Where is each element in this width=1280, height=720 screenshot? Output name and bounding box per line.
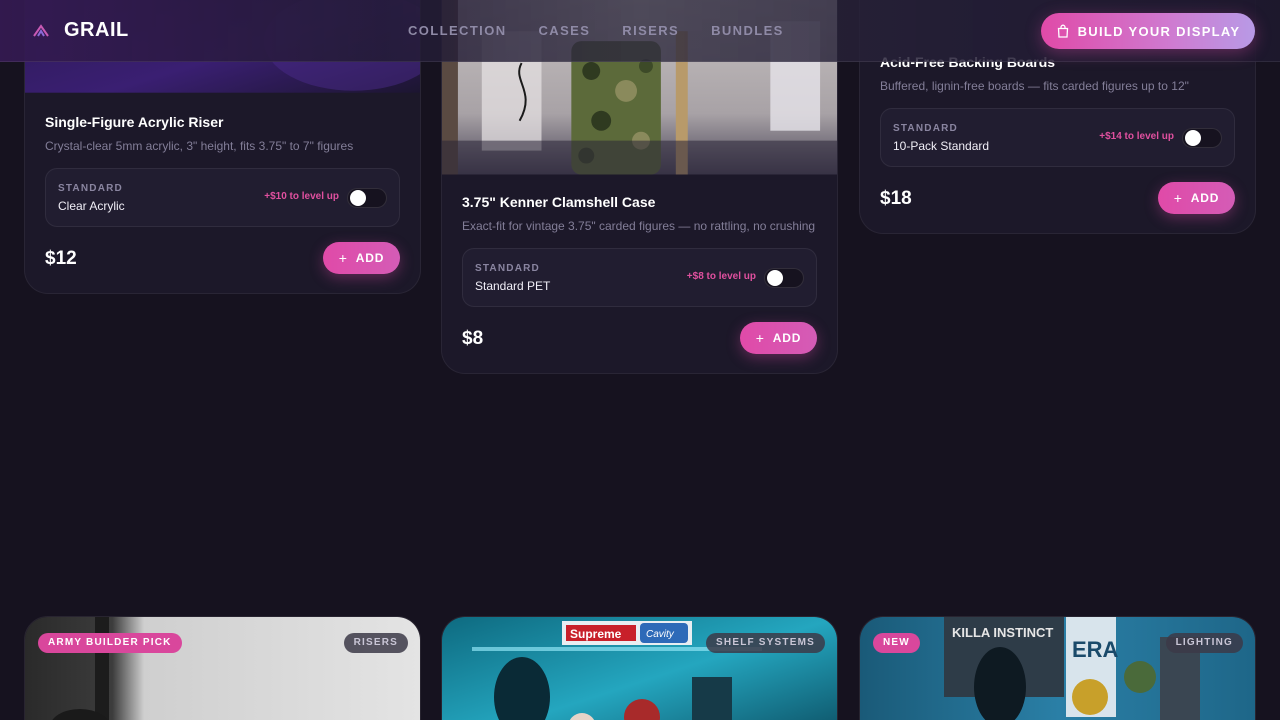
- plus-icon: +: [1173, 190, 1183, 206]
- product-description: Exact-fit for vintage 3.75" carded figur…: [462, 219, 816, 233]
- nav-link-collection[interactable]: COLLECTION: [408, 23, 507, 38]
- level-up-label: +$8 to level up: [686, 271, 756, 282]
- product-price: $8: [462, 328, 484, 349]
- nav-links: COLLECTION CASES RISERS BUNDLES: [408, 23, 784, 38]
- shopping-bag-icon: [1057, 24, 1068, 38]
- tile-category: RISERS: [343, 633, 408, 653]
- add-label: ADD: [772, 331, 802, 345]
- plus-icon: +: [338, 250, 348, 266]
- category-tile-shelf-systems[interactable]: Supreme Cavity SHELF SYSTEMS: [441, 616, 838, 720]
- product-price: $18: [880, 188, 912, 209]
- add-to-cart-button[interactable]: + ADD: [1158, 182, 1235, 214]
- product-description: Buffered, lignin-free boards — fits card…: [880, 79, 1189, 93]
- option-selector: STANDARD 10-Pack Standard +$14 to level …: [880, 108, 1235, 167]
- level-up-toggle[interactable]: [764, 268, 804, 288]
- brand-name: GRAIL: [64, 19, 129, 41]
- product-title: 3.75" Kenner Clamshell Case: [462, 194, 656, 210]
- option-name: Standard PET: [475, 279, 551, 293]
- level-up-toggle[interactable]: [1182, 128, 1222, 148]
- level-up-toggle[interactable]: [347, 188, 387, 208]
- option-selector: STANDARD Standard PET +$8 to level up: [462, 248, 817, 307]
- build-display-label: BUILD YOUR DISPLAY: [1077, 23, 1241, 39]
- option-name: Clear Acrylic: [58, 199, 125, 213]
- tile-category: LIGHTING: [1165, 633, 1243, 653]
- poster-text-era: ERA: [1072, 637, 1119, 662]
- tile-category: SHELF SYSTEMS: [706, 633, 825, 653]
- tile-badge: NEW: [873, 633, 920, 653]
- option-tier: STANDARD: [58, 183, 123, 194]
- page: GRAIL COLLECTION CASES RISERS BUNDLES BU…: [0, 0, 1280, 720]
- product-price: $12: [45, 248, 77, 269]
- sign-text-cavity: Cavity: [646, 629, 675, 640]
- product-title: Single-Figure Acrylic Riser: [45, 114, 224, 130]
- brand-logo[interactable]: GRAIL: [32, 19, 129, 42]
- add-to-cart-button[interactable]: + ADD: [323, 242, 400, 274]
- plus-icon: +: [755, 330, 765, 346]
- option-tier: STANDARD: [475, 263, 540, 274]
- level-up-label: +$10 to level up: [264, 191, 339, 202]
- sign-text-supreme: Supreme: [570, 627, 622, 641]
- product-description: Crystal-clear 5mm acrylic, 3" height, fi…: [45, 139, 354, 153]
- add-to-cart-button[interactable]: + ADD: [740, 322, 817, 354]
- option-name: 10-Pack Standard: [893, 139, 990, 153]
- category-tile-risers[interactable]: ARMY BUILDER PICK RISERS: [24, 616, 421, 720]
- option-selector: STANDARD Clear Acrylic +$10 to level up: [45, 168, 400, 227]
- add-label: ADD: [355, 251, 385, 265]
- category-tile-lighting[interactable]: KILLA INSTINCT ERA NEW LIGHTING: [859, 616, 1256, 720]
- toggle-knob: [767, 270, 783, 286]
- build-display-button[interactable]: BUILD YOUR DISPLAY: [1041, 13, 1255, 49]
- poster-text-killa-instinct: KILLA INSTINCT: [952, 625, 1053, 640]
- nav-link-bundles[interactable]: BUNDLES: [711, 23, 784, 38]
- toggle-knob: [1185, 130, 1201, 146]
- grail-logo-icon: [33, 23, 49, 37]
- nav-link-risers[interactable]: RISERS: [622, 23, 679, 38]
- toggle-knob: [350, 190, 366, 206]
- top-nav: GRAIL COLLECTION CASES RISERS BUNDLES BU…: [0, 0, 1280, 62]
- option-tier: STANDARD: [893, 123, 958, 134]
- add-label: ADD: [1190, 191, 1220, 205]
- tile-badge: ARMY BUILDER PICK: [38, 633, 182, 653]
- level-up-label: +$14 to level up: [1099, 131, 1174, 142]
- nav-link-cases[interactable]: CASES: [539, 23, 591, 38]
